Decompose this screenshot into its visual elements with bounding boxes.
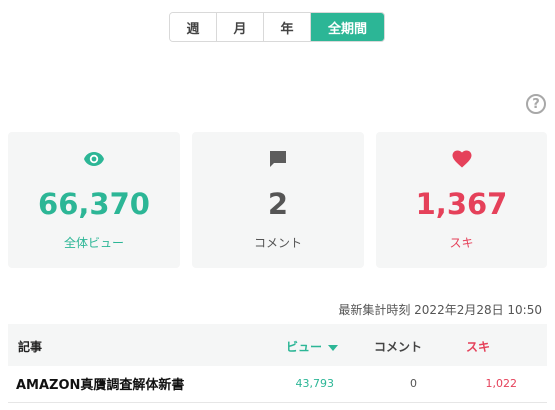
column-header-comments[interactable]: コメント [374,338,422,355]
tab-year[interactable]: 年 [264,13,311,41]
period-selector: 週 月 年 全期間 [169,12,385,42]
tab-month[interactable]: 月 [217,13,264,41]
article-comments: 0 [410,377,417,390]
views-card: 66,370 全体ビュー [8,132,180,268]
table-row[interactable]: AMAZON真贋調査解体新書 43,793 0 1,022 [8,366,547,403]
tab-all-time[interactable]: 全期間 [311,13,384,41]
comment-icon [192,148,364,170]
column-header-article: 記事 [18,340,43,354]
likes-total-label: スキ [449,236,474,250]
views-total-value: 66,370 [38,187,150,221]
likes-total-value: 1,367 [415,187,508,221]
article-title[interactable]: AMAZON真贋調査解体新書 [16,374,184,393]
table-header: 記事 ビュー コメント スキ [8,324,547,366]
article-likes: 1,022 [485,377,518,390]
help-icon[interactable]: ? [526,94,546,114]
heart-icon [376,148,547,170]
column-header-views-label: ビュー [286,340,323,354]
sort-desc-icon [328,344,339,351]
article-views: 43,793 [295,377,335,390]
column-header-likes[interactable]: スキ [466,338,490,355]
views-total-label: 全体ビュー [63,236,124,250]
tab-week[interactable]: 週 [170,13,217,41]
last-updated-timestamp: 最新集計時刻 2022年2月28日 10:50 [338,303,542,317]
likes-card: 1,367 スキ [376,132,547,268]
column-header-views[interactable]: ビュー [286,338,339,355]
comments-total-value: 2 [267,187,289,221]
comments-total-label: コメント [253,236,302,250]
comments-card: 2 コメント [192,132,364,268]
eye-icon [8,148,180,170]
